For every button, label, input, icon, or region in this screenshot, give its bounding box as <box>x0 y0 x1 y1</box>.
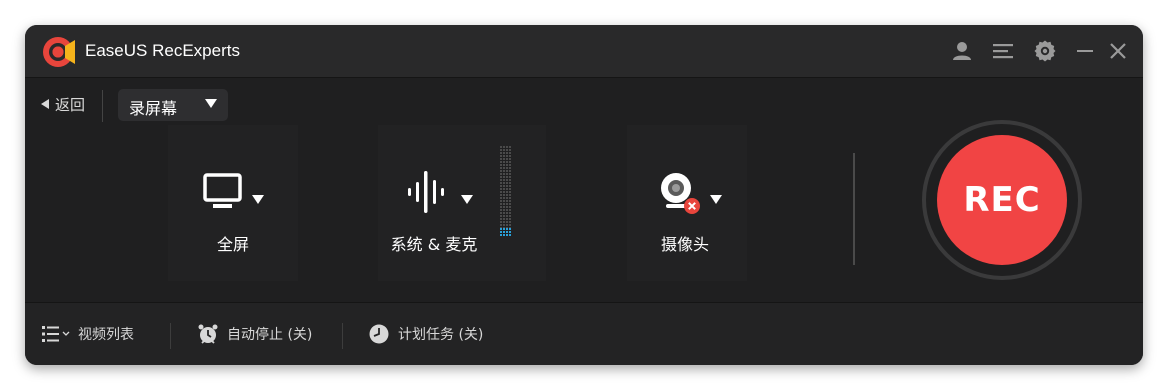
nav-row: 返回 录屏幕 <box>25 87 1143 123</box>
app-title: EaseUS RecExperts <box>85 41 240 60</box>
chevron-down-icon <box>205 99 217 108</box>
screen-source-label: 全屏 <box>216 235 249 254</box>
auto-stop-label: 自动停止 (关) <box>227 327 313 343</box>
back-button[interactable]: 返回 <box>41 93 85 115</box>
screen-caret-icon[interactable] <box>252 195 264 205</box>
nav-divider <box>102 90 103 122</box>
record-mode-dropdown[interactable]: 录屏幕 <box>118 89 228 121</box>
audio-source-label: 系统 & 麦克 <box>390 235 478 254</box>
close-icon[interactable] <box>1106 39 1130 63</box>
account-icon[interactable] <box>950 39 974 63</box>
record-mode-value: 录屏幕 <box>129 99 178 118</box>
audio-caret-icon[interactable] <box>461 195 473 205</box>
video-list-label: 视频列表 <box>78 327 134 343</box>
webcam-caret-icon[interactable] <box>710 195 722 205</box>
vertical-divider <box>853 153 855 265</box>
audio-source-button[interactable]: 系统 & 麦克 <box>378 125 546 281</box>
video-list-button[interactable]: 视频列表 <box>42 321 134 347</box>
list-icon <box>42 326 70 342</box>
minimize-icon[interactable] <box>1073 39 1097 63</box>
screen-source-button[interactable]: 全屏 <box>168 125 298 281</box>
bottom-divider-2 <box>342 323 343 349</box>
clock-icon <box>369 324 389 344</box>
rec-button[interactable]: REC <box>937 135 1067 265</box>
bottom-divider-1 <box>170 323 171 349</box>
webcam-source-button[interactable]: 摄像头 <box>627 125 747 281</box>
monitor-icon <box>203 173 242 208</box>
recorder-window: EaseUS RecExperts 返回 录屏幕 全屏 系统 & 麦克 摄像头 … <box>25 25 1143 365</box>
schedule-button[interactable]: 计划任务 (关) <box>368 321 483 347</box>
webcam-icon <box>661 173 700 214</box>
app-logo-icon <box>43 37 75 67</box>
audio-wave-icon <box>408 171 444 213</box>
menu-icon[interactable] <box>991 39 1015 63</box>
rec-button-wrap: REC <box>922 120 1082 280</box>
auto-stop-button[interactable]: 自动停止 (关) <box>197 321 312 347</box>
audio-level-meter <box>500 146 511 236</box>
back-label: 返回 <box>55 95 86 114</box>
settings-icon[interactable] <box>1033 39 1057 63</box>
webcam-source-label: 摄像头 <box>660 235 709 254</box>
title-bar: EaseUS RecExperts <box>25 25 1143 78</box>
schedule-label: 计划任务 (关) <box>398 327 484 343</box>
back-arrow-icon <box>41 99 49 109</box>
alarm-clock-icon <box>198 324 218 344</box>
bottom-bar: 视频列表 自动停止 (关) 计划任务 (关) <box>25 302 1143 365</box>
